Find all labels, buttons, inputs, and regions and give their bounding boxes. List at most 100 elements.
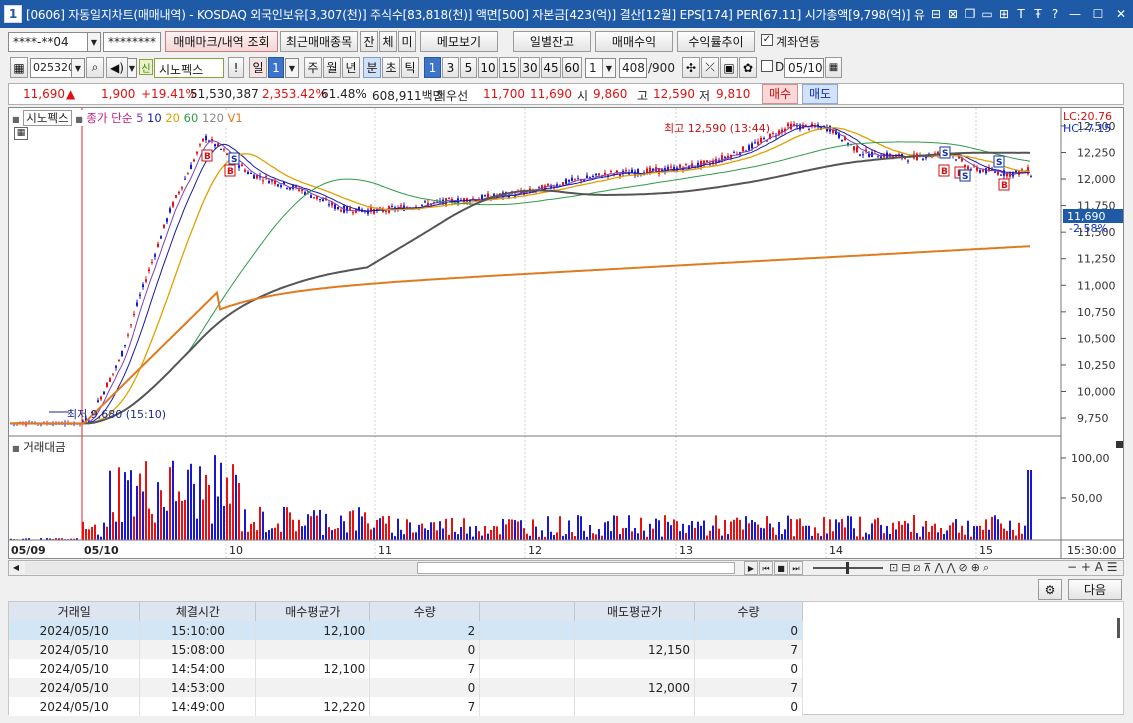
table-row[interactable]: 2024/05/10 15:10:00 12,100 2 0 [9,621,803,640]
recent-trades-button[interactable]: 최근매매종목 [280,31,358,52]
sell-button[interactable]: 매도 [802,84,838,104]
daily-balance-button[interactable]: 일별잔고 [513,31,591,52]
bar-count-input[interactable]: 408 [619,58,647,78]
table-row[interactable]: 2024/05/10 14:53:00 0 12,000 7 [9,678,803,697]
pane-close-icon[interactable] [1116,441,1123,448]
volume-bar [664,515,666,540]
password-field[interactable]: ******** [103,32,161,52]
account-field[interactable]: ****-**04 [8,32,88,52]
calendar-icon[interactable]: ▦ [825,57,842,78]
price-chart[interactable]: BSBSBBSSB 12,50012,25012,00011,75011,500… [9,108,1123,558]
legend-stock-name[interactable]: 시노펙스 [23,110,72,126]
minute-45-button[interactable]: 45 [541,57,561,78]
memo-view-button[interactable]: 메모보기 [420,31,498,52]
minute-30-button[interactable]: 30 [520,57,540,78]
period-month-button[interactable]: 월 [323,57,341,78]
grid-scroll-thumb[interactable] [1117,618,1120,638]
filled-button[interactable]: 체 [379,31,397,52]
table-row[interactable]: 2024/05/10 14:54:00 12,100 7 0 [9,659,803,678]
period-dropdown-icon[interactable]: ▼ [285,58,299,78]
screen-icon[interactable]: ▭ [979,5,995,23]
scroll-right-icon[interactable]: ▶ [744,561,758,575]
trade-profit-button[interactable]: 매매수익 [595,31,673,52]
candle-body [112,373,114,375]
minute-10-button[interactable]: 10 [478,57,498,78]
scroll-track[interactable] [25,562,417,574]
count-select[interactable]: 1 [585,58,603,78]
col-buy-qty[interactable]: 수량 [369,602,481,621]
minimize-icon[interactable]: — [1064,5,1086,23]
buy-button[interactable]: 매수 [762,84,798,104]
col-sell-avg[interactable]: 매도평균가 [574,602,696,621]
minute-1-button[interactable]: 1 [424,57,441,78]
scroll-first-icon[interactable]: ⏮ [759,561,773,575]
period-second-button[interactable]: 초 [382,57,400,78]
date-checkbox[interactable] [761,60,773,72]
period-tick-button[interactable]: 틱 [401,57,419,78]
minute-5-button[interactable]: 5 [460,57,477,78]
trade-history-grid: 거래일 체결시간 매수평균가 수량 매도평균가 수량 2024/05/10 15:… [8,601,1124,716]
settings-gear-icon[interactable]: ✿ [739,57,757,78]
next-button[interactable]: 다음 [1068,579,1122,600]
trade-mark-query-button[interactable]: 매매마크/내역 조회 [165,31,278,52]
font-small-icon[interactable]: Ŧ [1030,5,1046,23]
zoom-slider-knob[interactable] [846,562,849,574]
scroll-thumb[interactable] [417,562,735,574]
count-dropdown-icon[interactable]: ▼ [602,58,616,78]
help-icon[interactable]: ? [1047,5,1063,23]
stop-icon[interactable]: ■ [774,561,788,575]
volume-bar [85,529,87,540]
link-icon[interactable]: ⊠ [945,5,961,23]
account-dropdown-icon[interactable]: ▼ [87,32,101,52]
code-dropdown-icon[interactable]: ▼ [71,58,85,78]
minute-15-button[interactable]: 15 [499,57,519,78]
speaker-dropdown-icon[interactable]: ▼ [127,58,137,78]
zoom-controls-icon[interactable]: − + A ☰ [1067,560,1118,574]
period-day-button[interactable]: 일 [249,57,267,78]
account-link-checkbox[interactable]: ✓ [761,34,773,46]
settings-gear-icon[interactable]: ⚙ [1038,579,1062,600]
maximize-icon[interactable]: ☐ [1087,5,1109,23]
drawing-tools-icon[interactable]: ⊡⊟⧄⊼⋀⋀⊘⊕⌕ [889,561,992,575]
tile-icon[interactable]: ⊞ [996,5,1012,23]
stock-type-icon[interactable]: ▦ [10,57,28,78]
scroll-left-icon[interactable]: ◀ [9,561,23,575]
font-icon[interactable]: T [1013,5,1029,23]
search-icon[interactable]: ⌕ [86,57,104,78]
last-price: 11,690 [23,87,65,101]
period-year-button[interactable]: 년 [342,57,360,78]
volume-bar [835,519,837,540]
minute-3-button[interactable]: 3 [442,57,459,78]
volume-bar [688,525,690,540]
period-minute-button[interactable]: 분 [363,57,381,78]
save-icon[interactable]: ▣ [720,57,738,78]
period-num-field[interactable]: 1 [268,57,284,78]
date-input[interactable]: 05/10 [784,58,824,78]
chart-panel[interactable]: BSBSBBSSB 12,50012,25012,00011,75011,500… [8,107,1124,559]
chart-scrollbar[interactable]: ◀ ▶ ⏮ ■ ⏭ ⊡⊟⧄⊼⋀⋀⊘⊕⌕ − + A ☰ [8,560,1124,576]
col-buy-avg[interactable]: 매수평균가 [255,602,371,621]
table-row[interactable]: 2024/05/10 15:08:00 0 12,150 7 [9,640,803,659]
col-exec-time[interactable]: 체결시간 [139,602,257,621]
stock-name-field[interactable]: 시노펙스 [154,58,224,78]
table-toggle-icon[interactable]: ▦ [14,127,28,140]
volume-bar [439,521,441,540]
scroll-last-icon[interactable]: ⏭ [789,561,803,575]
crosshair-icon[interactable]: ✣ [682,57,700,78]
minute-60-button[interactable]: 60 [562,57,582,78]
window-copy-icon[interactable]: ❐ [962,5,978,23]
speaker-icon[interactable]: ◀) [106,57,128,78]
table-cell: 15:08:00 [139,640,257,659]
col-sell-qty[interactable]: 수량 [694,602,803,621]
draw-line-icon[interactable]: ⤫ [701,57,719,78]
profit-trend-button[interactable]: 수익률추이 [677,31,755,52]
table-row[interactable]: 2024/05/10 14:49:00 12,220 7 0 [9,697,803,716]
stock-code-input[interactable]: 025320 [30,58,72,78]
col-trade-date[interactable]: 거래일 [9,602,141,621]
balance-button[interactable]: 잔 [360,31,378,52]
unfilled-button[interactable]: 미 [398,31,416,52]
close-icon[interactable]: ✕ [1110,5,1132,23]
restore-layout-icon[interactable]: ⊟ [928,5,944,23]
alert-button[interactable]: ! [228,57,244,78]
period-week-button[interactable]: 주 [304,57,322,78]
